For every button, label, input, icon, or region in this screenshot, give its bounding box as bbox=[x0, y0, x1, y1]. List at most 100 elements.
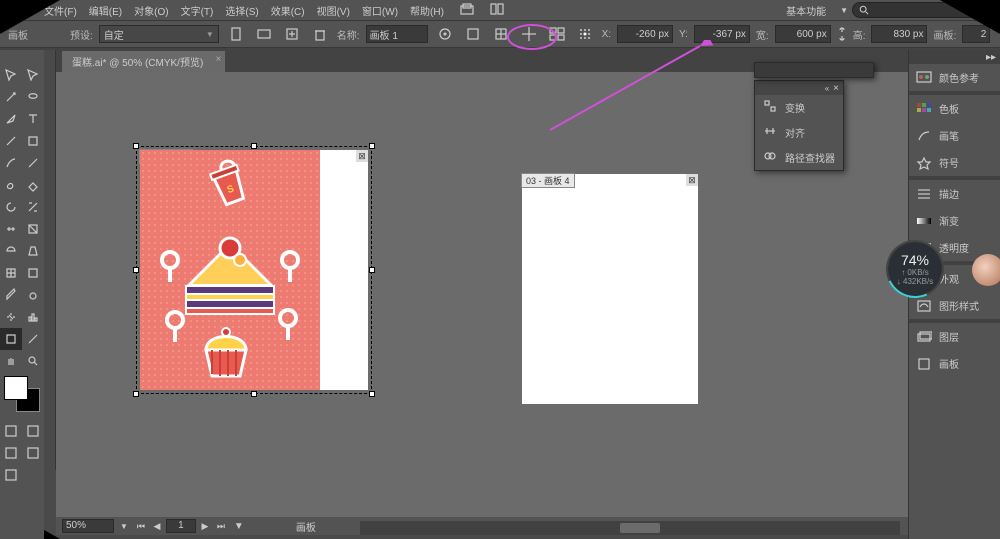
lasso-tool[interactable] bbox=[22, 86, 44, 108]
menu-item[interactable]: 视图(V) bbox=[311, 5, 356, 20]
pen-tool[interactable] bbox=[0, 108, 22, 130]
avatar[interactable] bbox=[972, 254, 1000, 286]
bridge-icon[interactable] bbox=[454, 1, 480, 20]
zoom-input[interactable]: 50% bbox=[62, 519, 114, 533]
free-transform-tool[interactable] bbox=[22, 218, 44, 240]
artboard[interactable]: 03 - 画板 4⊠ bbox=[522, 174, 698, 404]
perspective-grid-tool[interactable] bbox=[22, 240, 44, 262]
shape-builder-tool[interactable] bbox=[0, 240, 22, 262]
move-with-artboard-icon[interactable] bbox=[434, 23, 456, 45]
none-mode-icon[interactable] bbox=[0, 442, 22, 464]
arrange-icon[interactable] bbox=[484, 1, 510, 20]
menu-item[interactable]: 效果(C) bbox=[265, 5, 311, 20]
panel-row[interactable]: 路径查找器 bbox=[755, 145, 843, 170]
selection-tool[interactable] bbox=[0, 64, 22, 86]
selection-handle[interactable] bbox=[133, 391, 139, 397]
selection-handle[interactable] bbox=[251, 143, 257, 149]
panel-tab[interactable]: 符号 bbox=[909, 149, 1000, 176]
blend-tool[interactable] bbox=[22, 284, 44, 306]
nav-first-icon[interactable]: ⏮ bbox=[134, 519, 148, 533]
change-screen-icon[interactable] bbox=[0, 464, 22, 486]
reference-point-icon[interactable] bbox=[574, 23, 596, 45]
new-artboard-icon[interactable] bbox=[281, 23, 303, 45]
rectangle-tool[interactable] bbox=[22, 130, 44, 152]
dock-strip[interactable] bbox=[44, 50, 56, 470]
panel-header[interactable]: «× bbox=[755, 81, 843, 95]
delete-artboard-icon[interactable] bbox=[309, 23, 331, 45]
menu-item[interactable]: 选择(S) bbox=[219, 5, 264, 20]
direct-selection-tool[interactable] bbox=[22, 64, 44, 86]
panel-tab[interactable]: 渐变 bbox=[909, 207, 1000, 234]
pencil-tool[interactable] bbox=[22, 152, 44, 174]
color-mode-icon[interactable] bbox=[0, 420, 22, 442]
preset-dropdown[interactable]: 自定▼ bbox=[99, 25, 219, 43]
artboard-close-icon[interactable]: ⊠ bbox=[686, 174, 698, 186]
x-input[interactable]: -260 px bbox=[617, 25, 673, 43]
gradient-mode-icon[interactable] bbox=[22, 420, 44, 442]
menu-item[interactable]: 窗口(W) bbox=[356, 5, 404, 20]
link-wh-icon[interactable] bbox=[837, 26, 847, 42]
panel-row[interactable]: 对齐 bbox=[755, 120, 843, 145]
panel-tab[interactable]: 描边 bbox=[909, 180, 1000, 207]
menu-item[interactable]: 文字(T) bbox=[175, 5, 220, 20]
zoom-tool[interactable] bbox=[22, 350, 44, 372]
eyedropper-tool[interactable] bbox=[0, 284, 22, 306]
nav-menu-icon[interactable]: ▼ bbox=[234, 521, 244, 532]
floating-panel[interactable]: «× 变换对齐路径查找器 bbox=[754, 80, 844, 171]
mesh-tool[interactable] bbox=[0, 262, 22, 284]
show-center-icon[interactable] bbox=[490, 23, 512, 45]
artboard-page-input[interactable]: 1 bbox=[166, 519, 196, 533]
panel-tab[interactable]: 颜色参考 bbox=[909, 64, 1000, 91]
document-tab[interactable]: 蛋糕.ai* @ 50% (CMYK/预览) × bbox=[62, 51, 225, 72]
selection-handle[interactable] bbox=[251, 391, 257, 397]
y-input[interactable]: -367 px bbox=[694, 25, 750, 43]
nav-prev-icon[interactable]: ◀ bbox=[150, 519, 164, 533]
collapse-dock-icon[interactable]: ▸▸ bbox=[909, 50, 1000, 64]
network-badge[interactable]: 74% ↑ 0KB/s ↓ 432KB/s bbox=[888, 242, 942, 296]
slice-tool[interactable] bbox=[22, 328, 44, 350]
menu-item[interactable]: 对象(O) bbox=[128, 5, 174, 20]
menu-item[interactable]: 编辑(E) bbox=[83, 5, 128, 20]
selection-handle[interactable] bbox=[369, 267, 375, 273]
workspace-switcher[interactable]: 基本功能 bbox=[776, 1, 836, 20]
orientation-portrait-icon[interactable] bbox=[225, 23, 247, 45]
magic-wand-tool[interactable] bbox=[0, 86, 22, 108]
panel-tab[interactable]: 画笔 bbox=[909, 122, 1000, 149]
panel-tab[interactable]: 图层 bbox=[909, 323, 1000, 350]
nav-next-icon[interactable]: ▶ bbox=[198, 519, 212, 533]
paintbrush-tool[interactable] bbox=[0, 152, 22, 174]
horizontal-scrollbar[interactable] bbox=[360, 521, 900, 535]
selection-handle[interactable] bbox=[133, 143, 139, 149]
rotate-tool[interactable] bbox=[0, 196, 22, 218]
width-input[interactable]: 600 px bbox=[775, 25, 831, 43]
blob-brush-tool[interactable] bbox=[0, 174, 22, 196]
close-icon[interactable]: × bbox=[833, 83, 839, 94]
gradient-tool[interactable] bbox=[22, 262, 44, 284]
graph-tool[interactable] bbox=[22, 306, 44, 328]
orientation-landscape-icon[interactable] bbox=[253, 23, 275, 45]
show-crosshair-icon[interactable] bbox=[518, 23, 540, 45]
nav-last-icon[interactable]: ⏭ bbox=[214, 519, 228, 533]
line-tool[interactable] bbox=[0, 130, 22, 152]
panel-tab[interactable]: 色板 bbox=[909, 95, 1000, 122]
selection-handle[interactable] bbox=[369, 391, 375, 397]
artboard-name-input[interactable]: 画板 1 bbox=[366, 25, 428, 43]
panel-tab[interactable]: 画板 bbox=[909, 350, 1000, 377]
scale-tool[interactable] bbox=[22, 196, 44, 218]
selection-handle[interactable] bbox=[369, 143, 375, 149]
close-tab-icon[interactable]: × bbox=[215, 54, 221, 65]
width-tool[interactable] bbox=[0, 218, 22, 240]
screen-mode-icon[interactable] bbox=[22, 442, 44, 464]
panel-min-icon[interactable]: « bbox=[825, 84, 829, 93]
symbol-sprayer-tool[interactable] bbox=[0, 306, 22, 328]
panel-row[interactable]: 变换 bbox=[755, 95, 843, 120]
selection-handle[interactable] bbox=[133, 267, 139, 273]
artboard-options-icon[interactable] bbox=[462, 23, 484, 45]
type-tool[interactable] bbox=[22, 108, 44, 130]
floating-panel-stub[interactable] bbox=[754, 62, 874, 78]
color-swatch[interactable] bbox=[4, 376, 40, 412]
hand-tool[interactable] bbox=[0, 350, 22, 372]
eraser-tool[interactable] bbox=[22, 174, 44, 196]
grid-options-icon[interactable] bbox=[546, 23, 568, 45]
menu-item[interactable]: 帮助(H) bbox=[404, 5, 450, 20]
